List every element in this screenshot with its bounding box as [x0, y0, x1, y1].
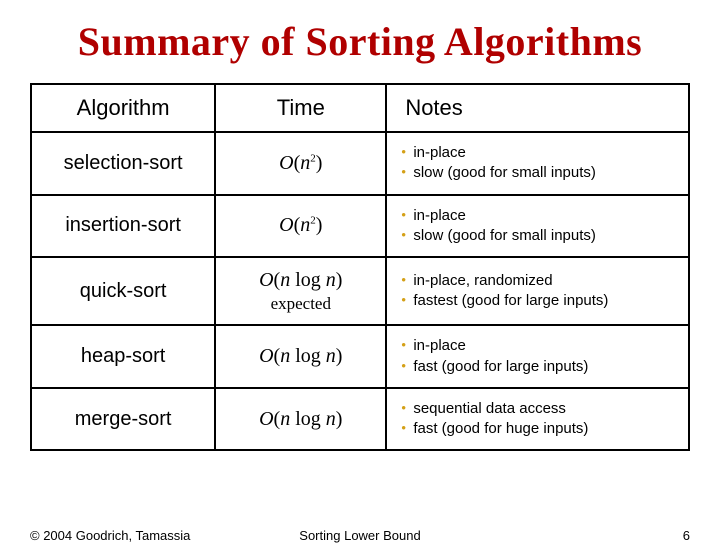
notes-cell: in-placeslow (good for small inputs) — [386, 132, 689, 195]
note-bullet: slow (good for small inputs) — [399, 163, 676, 183]
col-header-algorithm: Algorithm — [31, 84, 215, 132]
note-bullet: fastest (good for large inputs) — [399, 291, 676, 311]
algorithm-cell: insertion-sort — [31, 195, 215, 258]
table-row: merge-sortO(n log n)sequential data acce… — [31, 388, 689, 451]
notes-cell: in-place, randomizedfastest (good for la… — [386, 257, 689, 325]
col-header-time: Time — [215, 84, 386, 132]
table-header-row: Algorithm Time Notes — [31, 84, 689, 132]
note-bullet: sequential data access — [399, 399, 676, 419]
algorithm-cell: heap-sort — [31, 325, 215, 388]
col-header-notes: Notes — [386, 84, 689, 132]
page-number: 6 — [683, 528, 690, 543]
notes-cell: sequential data accessfast (good for hug… — [386, 388, 689, 451]
table-body: selection-sortO(n2)in-placeslow (good fo… — [31, 132, 689, 450]
page-title: Summary of Sorting Algorithms — [30, 18, 690, 65]
note-bullet: slow (good for small inputs) — [399, 226, 676, 246]
note-bullet: in-place, randomized — [399, 271, 676, 291]
note-bullet: fast (good for huge inputs) — [399, 419, 676, 439]
notes-cell: in-placeslow (good for small inputs) — [386, 195, 689, 258]
algorithms-table: Algorithm Time Notes selection-sortO(n2)… — [30, 83, 690, 451]
slide: { "title": "Summary of Sorting Algorithm… — [0, 0, 720, 540]
time-cell: O(n2) — [215, 132, 386, 195]
note-bullet: fast (good for large inputs) — [399, 357, 676, 377]
time-cell: O(n log n) — [215, 388, 386, 451]
table-row: selection-sortO(n2)in-placeslow (good fo… — [31, 132, 689, 195]
notes-cell: in-placefast (good for large inputs) — [386, 325, 689, 388]
footer-center-text: Sorting Lower Bound — [30, 528, 690, 543]
table-row: quick-sortO(n log n)expectedin-place, ra… — [31, 257, 689, 325]
time-cell: O(n log n)expected — [215, 257, 386, 325]
algorithm-cell: selection-sort — [31, 132, 215, 195]
time-cell: O(n2) — [215, 195, 386, 258]
table-row: heap-sortO(n log n)in-placefast (good fo… — [31, 325, 689, 388]
note-bullet: in-place — [399, 143, 676, 163]
time-cell: O(n log n) — [215, 325, 386, 388]
algorithm-cell: merge-sort — [31, 388, 215, 451]
algorithm-cell: quick-sort — [31, 257, 215, 325]
note-bullet: in-place — [399, 336, 676, 356]
table-row: insertion-sortO(n2)in-placeslow (good fo… — [31, 195, 689, 258]
note-bullet: in-place — [399, 206, 676, 226]
